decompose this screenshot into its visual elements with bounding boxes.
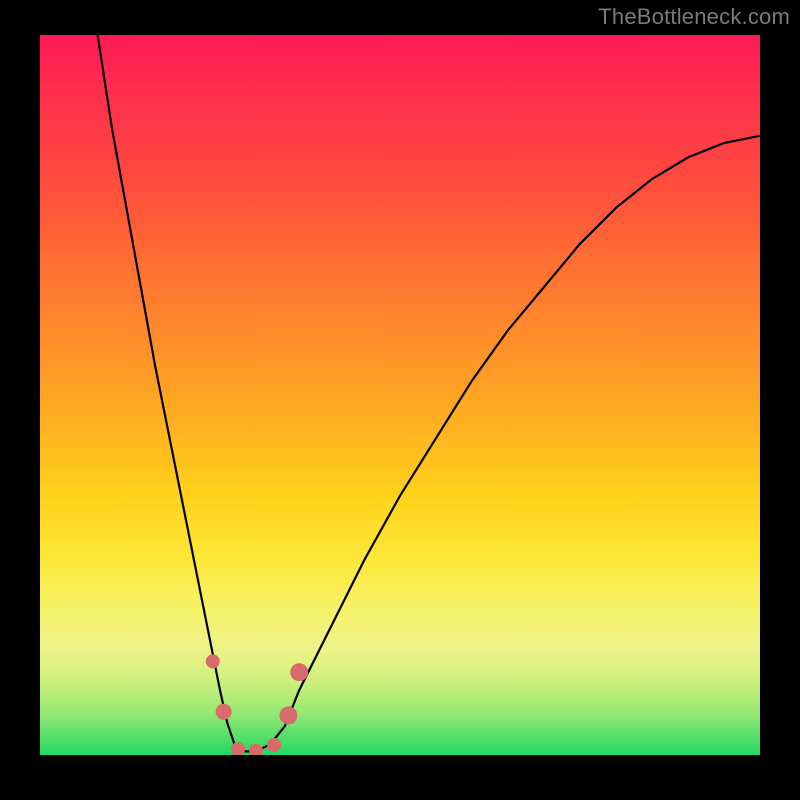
chart-frame: TheBottleneck.com	[0, 0, 800, 800]
dot-left-upper	[206, 654, 220, 668]
bottleneck-curve	[98, 35, 760, 751]
dot-left-mid	[216, 704, 232, 720]
dot-bottom-b	[249, 744, 263, 755]
dot-bottom-a	[231, 742, 245, 755]
watermark-text: TheBottleneck.com	[598, 4, 790, 30]
dot-bottom-c	[267, 738, 281, 752]
dot-right-upper	[290, 663, 308, 681]
curve-layer	[40, 35, 760, 755]
plot-area	[40, 35, 760, 755]
dot-right-mid	[279, 706, 297, 724]
